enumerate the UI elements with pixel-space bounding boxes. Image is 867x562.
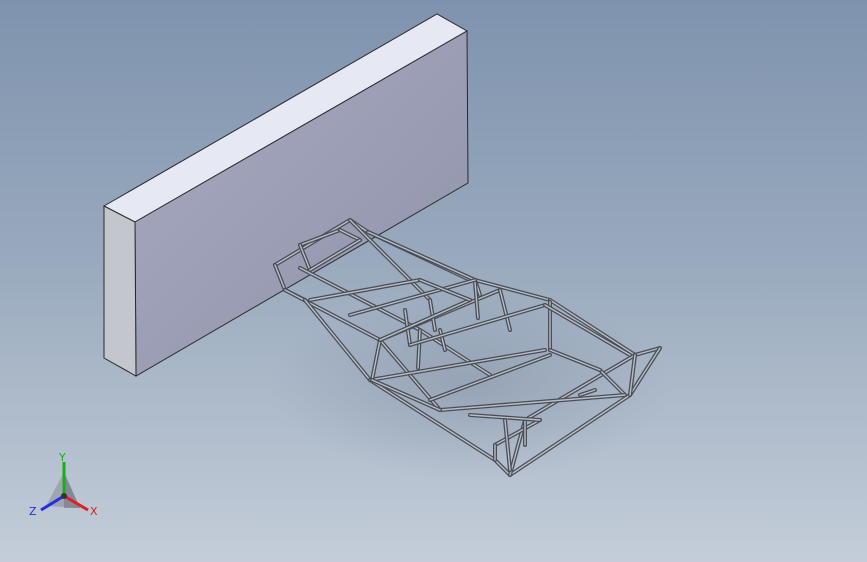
model-scene[interactable]: Y X Z — [0, 0, 867, 562]
triad-origin — [61, 493, 67, 499]
frame-tube-highlight — [349, 219, 431, 301]
graphics-viewport[interactable]: Y X Z — [0, 0, 867, 562]
axis-y-label: Y — [58, 451, 66, 464]
axis-x-label: X — [90, 505, 98, 518]
wall-side-face — [103, 205, 137, 377]
axis-z-label: Z — [29, 505, 37, 518]
coordinate-triad-icon[interactable]: Y X Z — [29, 451, 98, 518]
